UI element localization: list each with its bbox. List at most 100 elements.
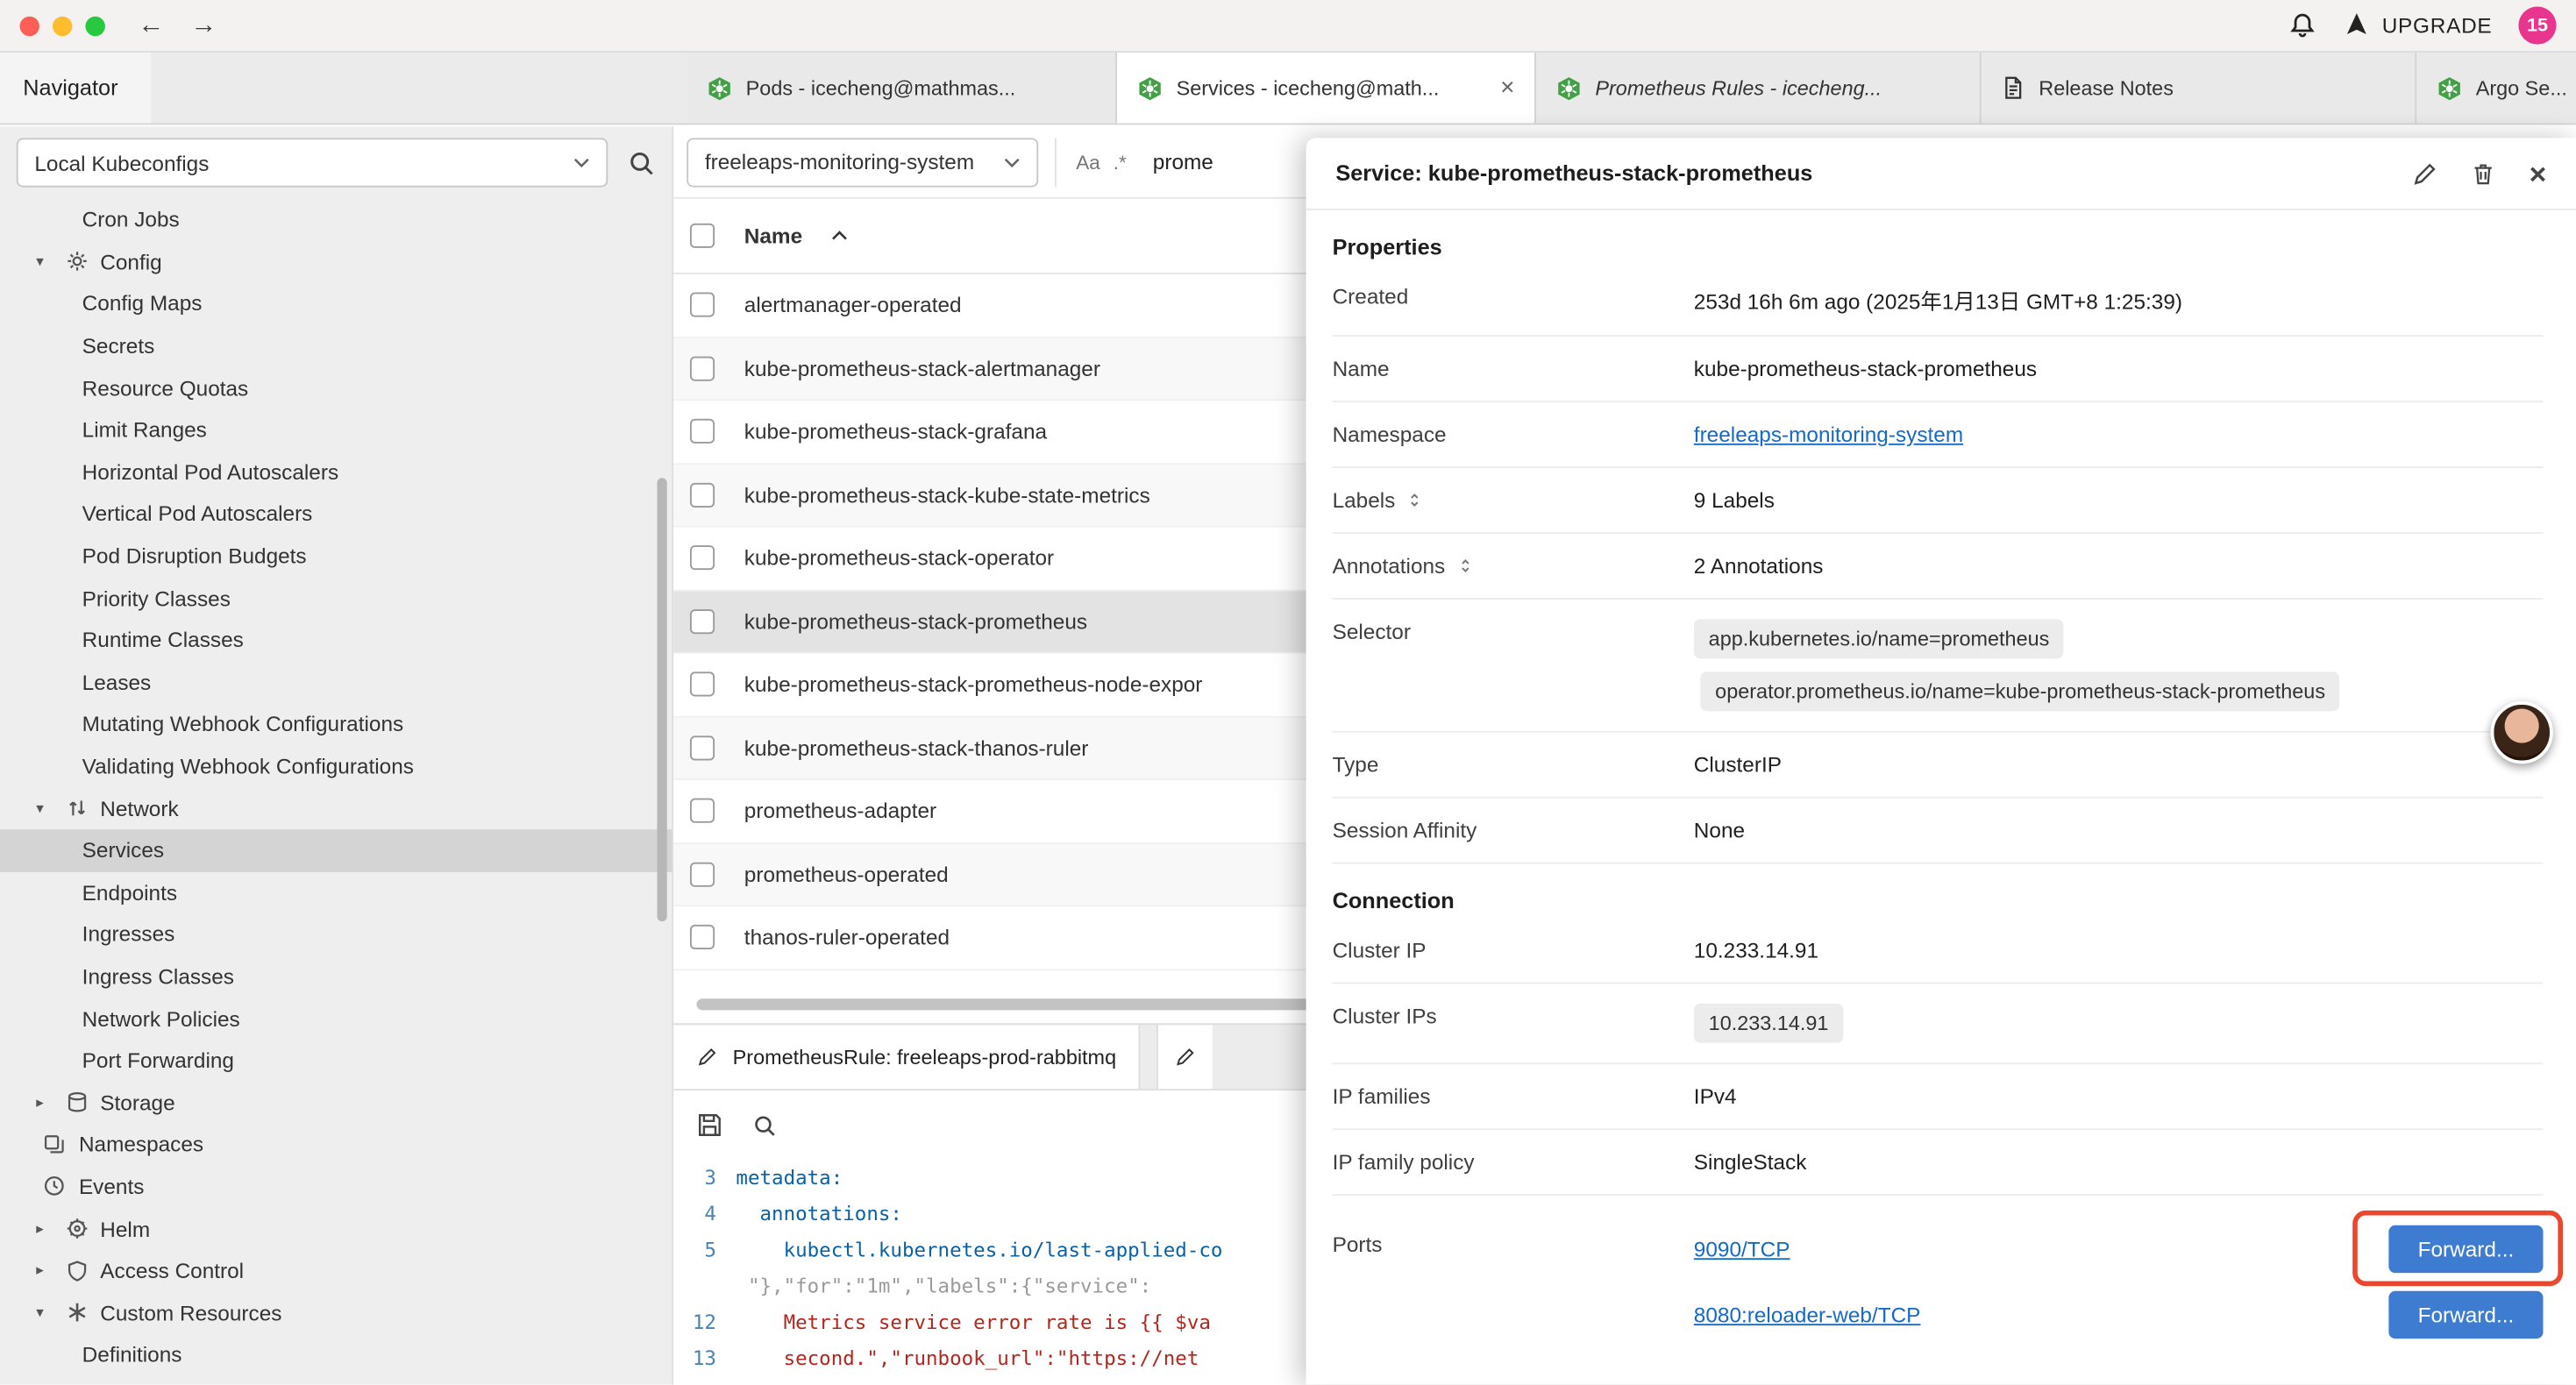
port-8080-link[interactable]: 8080:reloader-web/TCP <box>1694 1302 1921 1326</box>
sidebar-item-priority-classes[interactable]: Priority Classes <box>0 577 672 619</box>
sidebar-item-horizontal-pod-autoscalers[interactable]: Horizontal Pod Autoscalers <box>0 451 672 493</box>
tab-services[interactable]: Services - icecheng@math... × <box>1117 53 1536 124</box>
row-checkbox[interactable] <box>690 799 715 823</box>
regex-toggle[interactable]: .* <box>1114 150 1127 173</box>
close-window-button[interactable] <box>19 16 39 35</box>
row-checkbox[interactable] <box>690 735 715 760</box>
tab-argo[interactable]: Argo Se... <box>2416 53 2576 124</box>
upgrade-label: UPGRADE <box>2382 13 2493 38</box>
tab-label: Release Notes <box>2039 76 2395 99</box>
properties-heading: Properties <box>1333 235 2544 259</box>
forward-port-button[interactable]: Forward... <box>2388 1290 2543 1338</box>
selector-badge: operator.prometheus.io/name=kube-prometh… <box>1700 671 2340 711</box>
tab-label: Pods - icecheng@mathmas... <box>746 76 1096 99</box>
sidebar-item-storage[interactable]: ▸ Storage <box>0 1082 672 1124</box>
sidebar-item-leases[interactable]: Leases <box>0 661 672 703</box>
row-checkbox[interactable] <box>690 546 715 571</box>
sidebar-item-definitions[interactable]: Definitions <box>0 1334 672 1376</box>
row-checkbox[interactable] <box>690 925 715 949</box>
sidebar-item-services[interactable]: Services <box>0 829 672 871</box>
tab-pods[interactable]: Pods - icecheng@mathmas... <box>687 53 1117 124</box>
detail-row-annotations: Annotations 2 Annotations <box>1333 534 2544 600</box>
close-tab-icon[interactable]: × <box>1500 74 1514 102</box>
close-icon[interactable]: × <box>2530 159 2547 188</box>
sidebar-item-secrets[interactable]: Secrets <box>0 325 672 367</box>
gear-icon <box>66 251 100 273</box>
sidebar-item-config-maps[interactable]: Config Maps <box>0 283 672 325</box>
detail-row-ip-family-policy: IP family policy SingleStack <box>1333 1130 2544 1196</box>
row-checkbox[interactable] <box>690 356 715 380</box>
search-icon[interactable] <box>752 1112 777 1137</box>
floating-avatar[interactable] <box>2491 701 2553 764</box>
row-checkbox[interactable] <box>690 862 715 886</box>
port-9090-link[interactable]: 9090/TCP <box>1694 1236 1790 1261</box>
sort-ascending-icon[interactable] <box>832 230 849 241</box>
sidebar-item-ingress-classes[interactable]: Ingress Classes <box>0 955 672 998</box>
sidebar-item-helm[interactable]: ▸ Helm <box>0 1208 672 1250</box>
namespace-filter-dropdown[interactable]: freeleaps-monitoring-system <box>687 137 1038 186</box>
sidebar-item-port-forwarding[interactable]: Port Forwarding <box>0 1040 672 1082</box>
annotations-count[interactable]: 2 Annotations <box>1694 553 2544 578</box>
upgrade-button[interactable]: UPGRADE <box>2343 11 2493 39</box>
sidebar-item-runtime-classes[interactable]: Runtime Classes <box>0 619 672 661</box>
sidebar-item-namespaces[interactable]: Namespaces <box>0 1124 672 1166</box>
row-checkbox[interactable] <box>690 482 715 507</box>
helm-wheel-icon <box>66 1218 100 1240</box>
notification-count-badge[interactable]: 15 <box>2518 6 2556 44</box>
sidebar-item-custom-resources[interactable]: ▾ Custom Resources <box>0 1292 672 1334</box>
bell-icon[interactable] <box>2288 11 2316 39</box>
sidebar-item-resource-quotas[interactable]: Resource Quotas <box>0 367 672 409</box>
service-details-panel: Service: kube-prometheus-stack-prometheu… <box>1306 138 2576 1384</box>
sidebar-item-events[interactable]: Events <box>0 1166 672 1208</box>
expand-annotations-icon[interactable] <box>1456 557 1473 575</box>
editor-line: second.","runbook_url":"https://net <box>736 1340 1199 1376</box>
row-checkbox[interactable] <box>690 419 715 444</box>
maximize-window-button[interactable] <box>85 16 104 35</box>
minimize-window-button[interactable] <box>53 16 72 35</box>
row-checkbox[interactable] <box>690 672 715 697</box>
sidebar-item-config[interactable]: ▾ Config <box>0 241 672 283</box>
name-column-header[interactable]: Name <box>744 224 802 248</box>
match-case-toggle[interactable]: Aa <box>1076 150 1100 173</box>
forward-icon[interactable]: → <box>190 11 217 40</box>
detail-row-session-affinity: Session Affinity None <box>1333 799 2544 864</box>
sidebar-item-vertical-pod-autoscalers[interactable]: Vertical Pod Autoscalers <box>0 493 672 535</box>
sidebar-scrollbar[interactable] <box>657 478 666 921</box>
edit-icon[interactable] <box>2413 160 2439 187</box>
sidebar-item-pod-disruption-budgets[interactable]: Pod Disruption Budgets <box>0 535 672 577</box>
row-checkbox[interactable] <box>690 609 715 634</box>
sidebar-item-mutating-webhook-configurations[interactable]: Mutating Webhook Configurations <box>0 703 672 745</box>
expand-labels-icon[interactable] <box>1406 491 1423 509</box>
search-icon[interactable] <box>628 149 656 177</box>
sidebar-item-validating-webhook-configurations[interactable]: Validating Webhook Configurations <box>0 745 672 787</box>
tab-release-notes[interactable]: Release Notes <box>1982 53 2417 124</box>
sidebar-item-limit-ranges[interactable]: Limit Ranges <box>0 408 672 451</box>
select-all-checkbox[interactable] <box>690 224 715 248</box>
chevron-down-icon <box>1004 157 1021 167</box>
detail-row-name: Name kube-prometheus-stack-prometheus <box>1333 337 2544 402</box>
labels-count[interactable]: 9 Labels <box>1694 487 2544 512</box>
sidebar-item-ingresses[interactable]: Ingresses <box>0 913 672 955</box>
back-icon[interactable]: ← <box>138 11 164 40</box>
kubernetes-cluster-icon <box>2437 75 2463 101</box>
trash-icon[interactable] <box>2472 160 2496 187</box>
sidebar-item-access-control[interactable]: ▸ Access Control <box>0 1250 672 1292</box>
sidebar-item-cron-jobs[interactable]: Cron Jobs <box>0 199 672 241</box>
kubeconfig-selector-dropdown[interactable]: Local Kubeconfigs <box>17 138 608 187</box>
dock-tab-prometheusrule[interactable]: PrometheusRule: freeleaps-prod-rabbitmq <box>673 1025 1141 1089</box>
sidebar-item-network-policies[interactable]: Network Policies <box>0 998 672 1040</box>
tab-prometheus-rules[interactable]: Prometheus Rules - icecheng... <box>1536 53 1982 124</box>
forward-port-button[interactable]: Forward... <box>2388 1225 2543 1272</box>
cluster-ip-value: 10.233.14.91 <box>1694 938 2544 962</box>
row-checkbox[interactable] <box>690 293 715 317</box>
chevron-down-icon: ▾ <box>36 799 66 818</box>
chevron-down-icon <box>573 158 590 167</box>
layers-icon <box>43 1133 79 1156</box>
dock-tab-partial[interactable] <box>1157 1025 1213 1089</box>
sidebar-item-network[interactable]: ▾ Network <box>0 787 672 829</box>
sidebar-item-endpoints[interactable]: Endpoints <box>0 871 672 913</box>
save-icon[interactable] <box>696 1112 722 1139</box>
session-affinity-value: None <box>1694 818 2544 842</box>
window-titlebar: ← → UPGRADE 15 <box>0 0 2576 53</box>
namespace-link[interactable]: freeleaps-monitoring-system <box>1694 423 1963 447</box>
